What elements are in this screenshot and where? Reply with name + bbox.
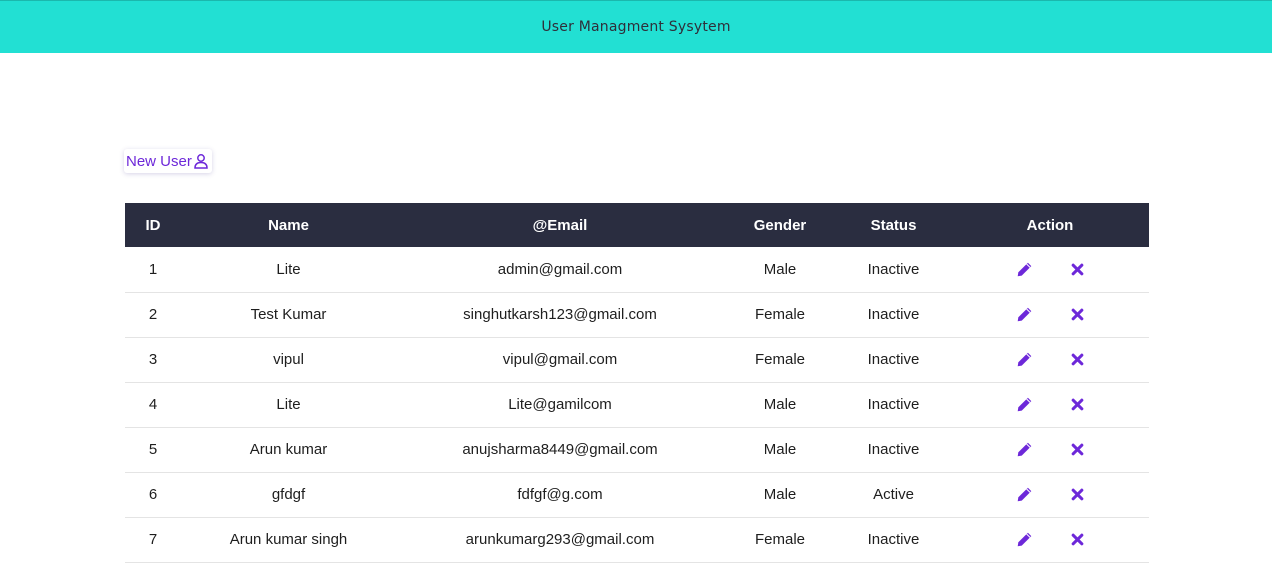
cell-status: Inactive	[867, 396, 920, 413]
pencil-icon[interactable]	[1016, 441, 1033, 458]
close-icon[interactable]	[1071, 533, 1084, 546]
table-body: 1 Lite admin@gmail.com Male Inactive 2 Test Ku…	[125, 247, 1149, 562]
cell-name: gfdgf	[271, 486, 306, 503]
cell-actions	[951, 382, 1149, 427]
table-row: 2 Test Kumar singhutkarsh123@gmail.com Fema…	[125, 292, 1149, 337]
new-user-button[interactable]: New User	[124, 149, 212, 173]
close-icon[interactable]	[1071, 488, 1084, 501]
users-table-container: ID Name @Email Gender Status Action 1 Lit…	[125, 203, 1149, 563]
table-row: 4 Lite Lite@gamilcom Male Inactive	[125, 382, 1149, 427]
cell-name: vipul	[273, 351, 304, 368]
cell-email: fdfgf@g.com	[517, 486, 603, 503]
cell-id: 1	[148, 260, 158, 278]
cell-status: Inactive	[867, 306, 920, 323]
cell-name: Lite	[276, 260, 301, 278]
row-actions	[951, 261, 1149, 278]
cell-status: Inactive	[867, 441, 920, 458]
app-header: User Managment Sysytem	[0, 0, 1272, 53]
pencil-icon[interactable]	[1016, 306, 1033, 323]
table-row: 3 vipul vipul@gmail.com Female Inactive	[125, 337, 1149, 382]
close-icon[interactable]	[1071, 263, 1084, 276]
table-row: 7 Arun kumar singh arunkumarg293@gmail.com…	[125, 517, 1149, 562]
cell-actions	[951, 427, 1149, 472]
cell-name: Lite	[276, 396, 301, 413]
row-actions	[951, 531, 1149, 548]
cell-gender: Male	[763, 260, 797, 278]
cell-email: Lite@gamilcom	[508, 396, 612, 413]
cell-id: 2	[148, 306, 158, 323]
column-header-action: Action	[1026, 216, 1074, 234]
cell-actions	[951, 337, 1149, 382]
cell-actions	[951, 292, 1149, 337]
cell-name: Test Kumar	[250, 306, 327, 323]
column-header-gender: Gender	[753, 216, 807, 234]
pencil-icon[interactable]	[1016, 531, 1033, 548]
cell-id: 4	[148, 396, 158, 413]
cell-id: 7	[148, 531, 158, 548]
table-row: 1 Lite admin@gmail.com Male Inactive	[125, 247, 1149, 292]
cell-id: 5	[148, 441, 158, 458]
row-actions	[951, 396, 1149, 413]
close-icon[interactable]	[1071, 308, 1084, 321]
close-icon[interactable]	[1071, 398, 1084, 411]
user-icon	[193, 153, 209, 169]
cell-gender: Male	[763, 396, 797, 413]
pencil-icon[interactable]	[1016, 396, 1033, 413]
close-icon[interactable]	[1071, 353, 1084, 366]
new-user-label: New User	[126, 152, 192, 170]
cell-email: arunkumarg293@gmail.com	[465, 531, 655, 548]
column-header-id: ID	[145, 216, 161, 234]
column-header-status: Status	[870, 216, 917, 234]
row-actions	[951, 486, 1149, 503]
table-row: 5 Arun kumar anujsharma8449@gmail.com Male I…	[125, 427, 1149, 472]
cell-id: 3	[148, 351, 158, 368]
cell-status: Inactive	[867, 531, 920, 548]
cell-gender: Male	[763, 441, 797, 458]
pencil-icon[interactable]	[1016, 261, 1033, 278]
close-icon[interactable]	[1071, 443, 1084, 456]
cell-gender: Male	[763, 486, 797, 503]
cell-id: 6	[148, 486, 158, 503]
cell-actions	[951, 517, 1149, 562]
cell-name: Arun kumar	[249, 441, 328, 458]
users-table: ID Name @Email Gender Status Action 1 Lit…	[125, 203, 1149, 563]
cell-email: admin@gmail.com	[497, 260, 623, 278]
cell-email: anujsharma8449@gmail.com	[462, 441, 658, 458]
cell-actions	[951, 472, 1149, 517]
cell-actions	[951, 247, 1149, 292]
cell-status: Inactive	[867, 260, 920, 278]
table-row: 6 gfdgf fdfgf@g.com Male Active	[125, 472, 1149, 517]
cell-status: Inactive	[867, 351, 920, 368]
table-header-row: ID Name @Email Gender Status Action	[125, 203, 1149, 247]
cell-gender: Female	[754, 531, 806, 548]
column-header-name: Name	[268, 216, 309, 234]
column-header-email: @Email	[532, 216, 588, 234]
row-actions	[951, 351, 1149, 368]
cell-name: Arun kumar singh	[229, 531, 348, 548]
cell-email: singhutkarsh123@gmail.com	[463, 306, 657, 323]
row-actions	[951, 441, 1149, 458]
row-actions	[951, 306, 1149, 323]
app-title: User Managment Sysytem	[541, 19, 731, 35]
cell-status: Active	[873, 486, 914, 503]
pencil-icon[interactable]	[1016, 351, 1033, 368]
cell-gender: Female	[754, 351, 806, 368]
cell-email: vipul@gmail.com	[502, 351, 618, 368]
pencil-icon[interactable]	[1016, 486, 1033, 503]
cell-gender: Female	[754, 306, 806, 323]
